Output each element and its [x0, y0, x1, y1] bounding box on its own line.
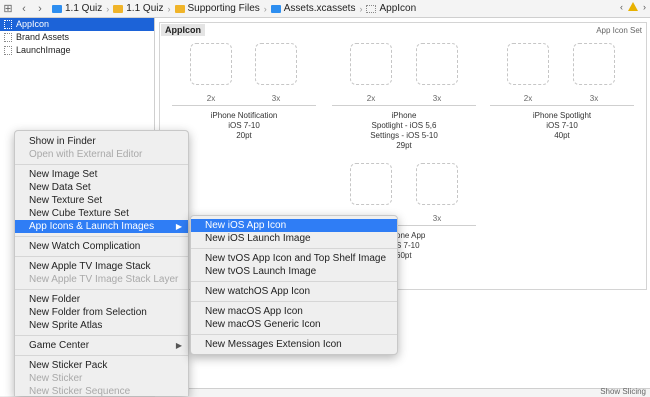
- chevron-left-icon[interactable]: ‹: [620, 2, 623, 12]
- menu-separator: [15, 289, 188, 290]
- submenu-arrow-icon: ▶: [175, 341, 182, 350]
- image-set-icon: [4, 20, 12, 29]
- scale-label: 2x: [206, 94, 216, 103]
- sidebar-item-label: AppIcon: [16, 19, 50, 29]
- menu-separator: [15, 355, 188, 356]
- menu-separator: [191, 248, 397, 249]
- breadcrumb-label: 1.1 Quiz: [65, 3, 103, 14]
- menu-item-new-image-set[interactable]: New Image Set: [15, 168, 188, 181]
- menu-item-label: Game Center: [29, 340, 90, 351]
- menu-item-new-messages-extension-icon[interactable]: New Messages Extension Icon: [191, 338, 397, 351]
- menu-separator: [15, 164, 188, 165]
- menu-item-app-icons-launch-images[interactable]: App Icons & Launch Images ▶: [15, 220, 188, 233]
- scale-label: 3x: [589, 94, 599, 103]
- set-type-label: App Icon Set: [596, 26, 642, 35]
- icon-slot-2x[interactable]: [507, 43, 549, 85]
- scale-label: 3x: [432, 94, 442, 103]
- icon-slot-3x[interactable]: [416, 163, 458, 205]
- menu-item-new-cube-texture-set[interactable]: New Cube Texture Set: [15, 207, 188, 220]
- menu-item-new-sticker-sequence: New Sticker Sequence: [29, 386, 131, 396]
- icon-slot-2x[interactable]: [190, 43, 232, 85]
- breadcrumb-label: AppIcon: [379, 3, 417, 14]
- menu-item-new-ios-app-icon[interactable]: New iOS App Icon: [191, 219, 397, 232]
- warning-icon[interactable]: [628, 2, 638, 11]
- icon-slot-3x[interactable]: [416, 43, 458, 85]
- menu-item-new-apple-tv-image-stack[interactable]: New Apple TV Image Stack: [15, 260, 188, 273]
- menu-item-new-macos-generic-icon[interactable]: New macOS Generic Icon: [191, 318, 397, 331]
- image-set-icon: [366, 4, 377, 13]
- scale-label: 3x: [432, 214, 442, 223]
- breadcrumb-label: Supporting Files: [187, 3, 260, 14]
- icon-slot-3x[interactable]: [255, 43, 297, 85]
- grid-icon[interactable]: ⊞: [0, 2, 16, 15]
- menu-separator: [191, 334, 397, 335]
- menu-item-new-tvos-launch-image[interactable]: New tvOS Launch Image: [191, 265, 397, 278]
- sidebar-item-appicon[interactable]: AppIcon: [0, 18, 154, 31]
- breadcrumb-group[interactable]: 1.1 Quiz ›: [113, 3, 171, 14]
- group-label: one App S 7-10 60pt: [396, 231, 426, 260]
- group-label: iPhone Spotlight - iOS 5,6 Settings - iO…: [370, 111, 438, 150]
- menu-item-label: App Icons & Launch Images: [29, 221, 155, 232]
- scale-label: 3x: [271, 94, 281, 103]
- group-divider: [490, 105, 634, 106]
- menu-item-open-external-editor: Open with External Editor: [29, 149, 143, 160]
- menu-item-new-tvos-app-icon[interactable]: New tvOS App Icon and Top Shelf Image: [191, 252, 397, 265]
- chevron-right-icon[interactable]: ›: [643, 2, 646, 12]
- folder-icon: [113, 4, 124, 13]
- menu-item-game-center[interactable]: Game Center ▶: [15, 339, 188, 352]
- breadcrumb-label: Assets.xcassets: [283, 3, 356, 14]
- back-arrow-icon[interactable]: ‹: [16, 3, 32, 15]
- menu-item-new-folder-from-selection[interactable]: New Folder from Selection: [15, 306, 188, 319]
- group-label: iPhone Spotlight iOS 7-10 40pt: [532, 111, 592, 140]
- menu-item-new-ios-launch-image[interactable]: New iOS Launch Image: [191, 232, 397, 245]
- menu-item-new-data-set[interactable]: New Data Set: [15, 181, 188, 194]
- asset-catalog-icon: [270, 4, 281, 13]
- menu-item-new-watch-complication[interactable]: New Watch Complication: [15, 240, 188, 253]
- menu-separator: [15, 236, 188, 237]
- image-set-icon: [4, 33, 12, 42]
- sidebar-item-label: Brand Assets: [16, 32, 70, 42]
- scale-label: 2x: [366, 94, 376, 103]
- icon-slot-2x[interactable]: [350, 43, 392, 85]
- icon-slot-2x[interactable]: [350, 163, 392, 205]
- icon-slot-3x[interactable]: [573, 43, 615, 85]
- scale-label: 2x: [523, 94, 533, 103]
- breadcrumb-project[interactable]: 1.1 Quiz ›: [52, 3, 109, 14]
- folder-icon: [174, 4, 185, 13]
- group-label: iPhone Notification iOS 7-10 20pt: [210, 111, 278, 140]
- menu-item-new-macos-app-icon[interactable]: New macOS App Icon: [191, 305, 397, 318]
- menu-separator: [191, 281, 397, 282]
- sidebar-item-launchimage[interactable]: LaunchImage: [0, 44, 154, 57]
- breadcrumb-label: 1.1 Quiz: [126, 3, 164, 14]
- image-set-icon: [4, 46, 12, 55]
- context-menu: Show in Finder Open with External Editor…: [14, 130, 189, 396]
- menu-item-new-sticker: New Sticker: [29, 373, 83, 384]
- menu-separator: [15, 256, 188, 257]
- menu-item-new-folder[interactable]: New Folder: [15, 293, 188, 306]
- menu-item-new-texture-set[interactable]: New Texture Set: [15, 194, 188, 207]
- app-icons-submenu: New iOS App Icon New iOS Launch Image Ne…: [190, 215, 398, 355]
- blue-project-icon: [52, 4, 62, 13]
- show-slicing-button[interactable]: Show Slicing: [600, 387, 646, 396]
- menu-item-new-sticker-pack[interactable]: New Sticker Pack: [15, 359, 188, 372]
- jump-bar: ⊞ ‹ › 1.1 Quiz › 1.1 Quiz › Supporting F…: [0, 0, 650, 18]
- submenu-arrow-icon: ▶: [175, 222, 182, 231]
- set-name-label: AppIcon: [161, 24, 205, 36]
- menu-item-new-watchos-app-icon[interactable]: New watchOS App Icon: [191, 285, 397, 298]
- menu-item-show-in-finder[interactable]: Show in Finder: [15, 135, 188, 148]
- breadcrumb-supporting-files[interactable]: Supporting Files ›: [174, 3, 267, 14]
- group-divider: [172, 105, 316, 106]
- menu-separator: [15, 335, 188, 336]
- group-divider: [332, 105, 476, 106]
- menu-item-new-apple-tv-image-stack-layer: New Apple TV Image Stack Layer: [29, 274, 179, 285]
- breadcrumb-assets[interactable]: Assets.xcassets ›: [270, 3, 362, 14]
- breadcrumb-appicon[interactable]: AppIcon: [366, 3, 416, 14]
- sidebar-item-brand-assets[interactable]: Brand Assets: [0, 31, 154, 44]
- menu-item-new-sprite-atlas[interactable]: New Sprite Atlas: [15, 319, 188, 332]
- menu-separator: [191, 301, 397, 302]
- sidebar-item-label: LaunchImage: [16, 45, 71, 55]
- forward-arrow-icon[interactable]: ›: [32, 3, 48, 15]
